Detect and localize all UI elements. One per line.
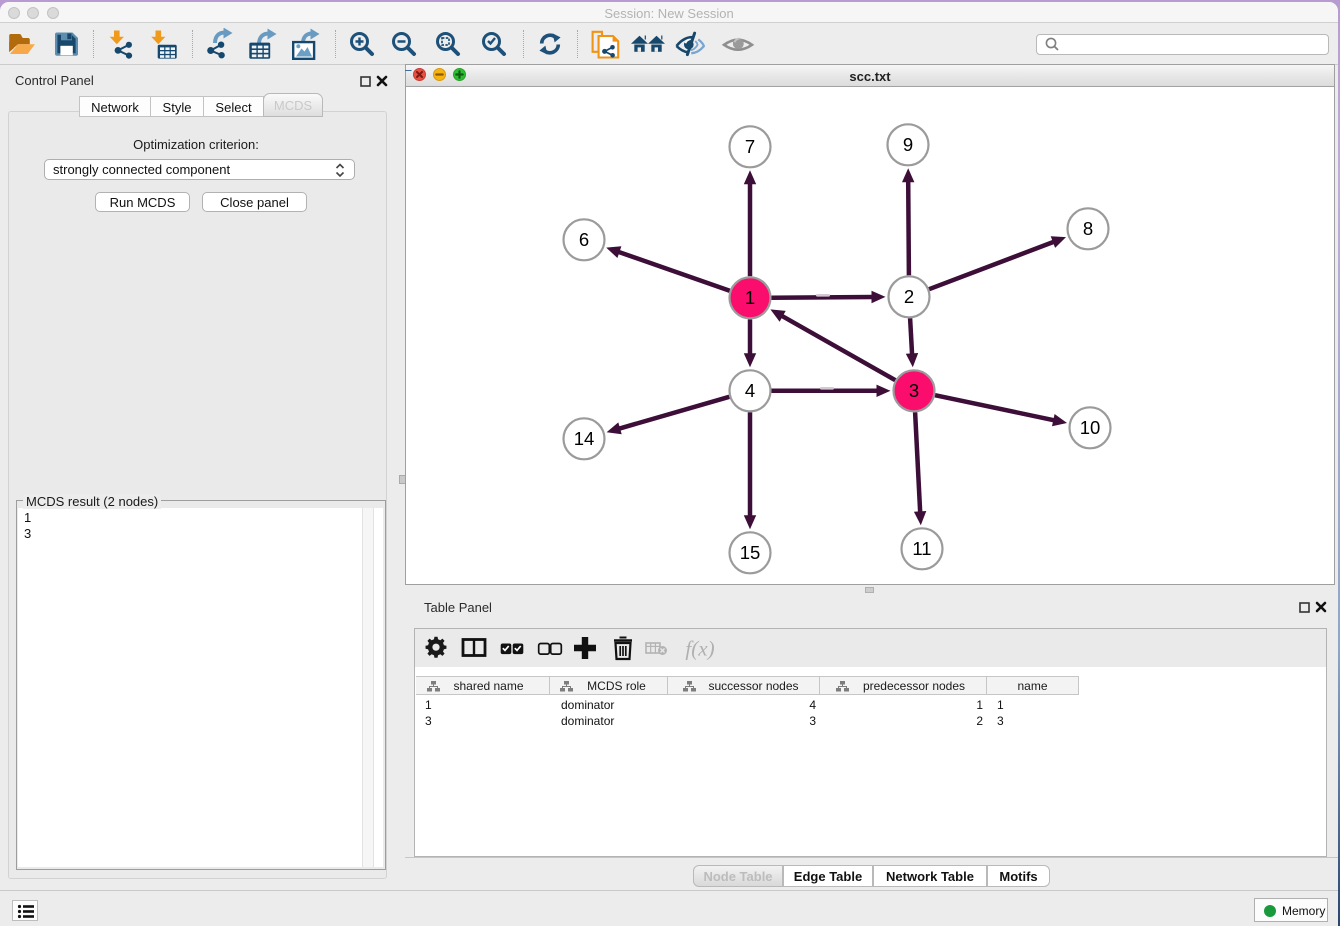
svg-text:11: 11 bbox=[912, 538, 931, 559]
svg-text:2: 2 bbox=[904, 286, 914, 307]
svg-text:14: 14 bbox=[574, 428, 595, 449]
svg-text:f(x): f(x) bbox=[685, 637, 714, 661]
svg-text:3: 3 bbox=[909, 380, 919, 401]
svg-text:7: 7 bbox=[745, 136, 755, 157]
svg-text:9: 9 bbox=[903, 134, 913, 155]
svg-text:6: 6 bbox=[579, 229, 589, 250]
svg-text:10: 10 bbox=[1080, 417, 1101, 438]
svg-text:4: 4 bbox=[745, 380, 755, 401]
svg-text:1: 1 bbox=[745, 287, 755, 308]
svg-text:8: 8 bbox=[1083, 218, 1093, 239]
svg-text:15: 15 bbox=[740, 542, 761, 563]
